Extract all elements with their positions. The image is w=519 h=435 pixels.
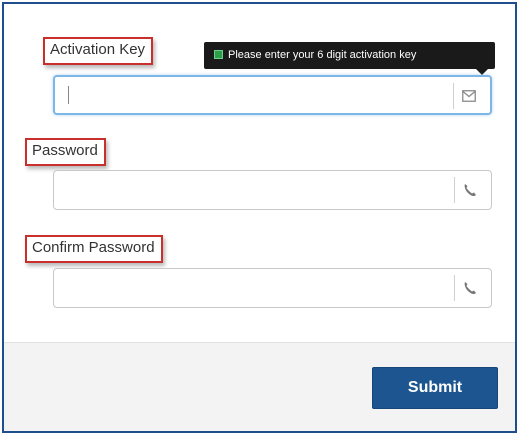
text-caret	[68, 86, 69, 104]
activation-key-label: Activation Key	[43, 37, 154, 65]
form-footer: Submit	[4, 342, 515, 431]
confirm-password-input[interactable]	[62, 274, 446, 302]
password-field[interactable]	[53, 170, 492, 210]
envelope-icon	[462, 90, 476, 102]
confirm-password-label: Confirm Password	[25, 235, 163, 263]
activation-key-input[interactable]	[63, 82, 447, 110]
info-square-icon	[214, 50, 223, 59]
phone-icon	[464, 184, 476, 197]
activation-key-field[interactable]	[53, 75, 492, 115]
confirm-password-field[interactable]	[53, 268, 492, 308]
activation-key-tooltip: Please enter your 6 digit activation key	[204, 42, 495, 75]
activation-form-panel: Activation Key Please enter your 6 digit…	[2, 2, 517, 433]
tooltip-text: Please enter your 6 digit activation key	[228, 49, 417, 61]
envelope-addon	[453, 83, 484, 109]
phone-addon	[454, 177, 485, 203]
password-label: Password	[25, 138, 106, 166]
phone-icon	[464, 282, 476, 295]
password-input[interactable]	[62, 176, 446, 204]
phone-addon	[454, 275, 485, 301]
submit-button[interactable]: Submit	[372, 367, 498, 409]
